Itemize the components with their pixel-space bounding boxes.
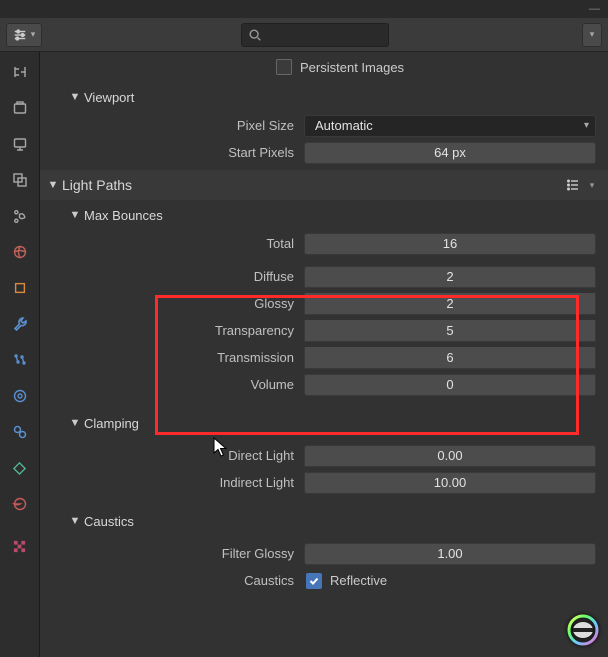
section-title: Light Paths [62, 177, 562, 193]
caustics-label: Caustics [40, 573, 304, 588]
properties-panel: Persistent Images ▼ Viewport Pixel Size … [40, 52, 608, 657]
reflective-label: Reflective [330, 573, 387, 588]
indirect-light-value: 10.00 [434, 475, 467, 490]
caret-down-icon: ▼ [66, 417, 84, 429]
pixel-size-label: Pixel Size [40, 118, 304, 133]
section-max-bounces[interactable]: ▼ Max Bounces [40, 200, 608, 230]
tab-physics-icon[interactable] [6, 382, 34, 410]
total-label: Total [40, 236, 304, 251]
filter-glossy-field[interactable]: 1.00 [304, 543, 596, 565]
properties-tabs [0, 52, 40, 657]
editor-header: ▾ ▾ [0, 18, 608, 52]
reflective-checkbox[interactable] [306, 573, 322, 589]
caret-down-icon: ▼ [66, 515, 84, 527]
section-title: Caustics [84, 514, 600, 529]
glossy-value: 2 [446, 296, 453, 311]
preset-list-icon[interactable] [562, 174, 584, 196]
pixel-size-dropdown[interactable]: Automatic [304, 115, 596, 137]
volume-field[interactable]: 0 [304, 374, 596, 396]
tab-texture-icon[interactable] [6, 532, 34, 560]
start-pixels-label: Start Pixels [40, 145, 304, 160]
window-minimize-icon[interactable]: — [589, 3, 600, 15]
section-light-paths[interactable]: ▼ Light Paths ▾ [40, 170, 608, 200]
volume-value: 0 [446, 377, 453, 392]
indirect-light-field[interactable]: 10.00 [304, 472, 596, 494]
transmission-value: 6 [446, 350, 453, 365]
filter-glossy-value: 1.00 [437, 546, 462, 561]
total-field[interactable]: 16 [304, 233, 596, 255]
caret-down-icon: ▼ [44, 179, 62, 191]
indirect-light-label: Indirect Light [40, 475, 304, 490]
section-title: Max Bounces [84, 208, 600, 223]
filter-glossy-label: Filter Glossy [40, 546, 304, 561]
direct-light-field[interactable]: 0.00 [304, 445, 596, 467]
diffuse-label: Diffuse [40, 269, 304, 284]
pixel-size-value: Automatic [315, 118, 373, 133]
options-dropdown[interactable]: ▾ [582, 23, 602, 47]
diffuse-value: 2 [446, 269, 453, 284]
glossy-field[interactable]: 2 [304, 293, 596, 315]
section-title: Clamping [84, 416, 600, 431]
tab-modifier-icon[interactable] [6, 310, 34, 338]
diffuse-field[interactable]: 2 [304, 266, 596, 288]
search-icon [248, 28, 262, 42]
direct-light-value: 0.00 [437, 448, 462, 463]
caret-down-icon: ▼ [66, 209, 84, 221]
sliders-icon [13, 28, 27, 42]
tab-particles-icon[interactable] [6, 346, 34, 374]
tab-viewlayer-icon[interactable] [6, 166, 34, 194]
transmission-label: Transmission [40, 350, 304, 365]
glossy-label: Glossy [40, 296, 304, 311]
tab-render-icon[interactable] [6, 94, 34, 122]
start-pixels-value: 64 px [434, 145, 466, 160]
transparency-field[interactable]: 5 [304, 320, 596, 342]
tab-output-icon[interactable] [6, 130, 34, 158]
tab-world-icon[interactable] [6, 238, 34, 266]
start-pixels-field[interactable]: 64 px [304, 142, 596, 164]
direct-light-label: Direct Light [40, 448, 304, 463]
tab-scene-icon[interactable] [6, 202, 34, 230]
window-controls-bar: — [0, 0, 608, 18]
tab-data-icon[interactable] [6, 454, 34, 482]
persistent-images-label: Persistent Images [300, 60, 404, 75]
search-input[interactable] [241, 23, 389, 47]
tab-material-icon[interactable] [6, 490, 34, 518]
tab-tool-icon[interactable] [6, 58, 34, 86]
volume-label: Volume [40, 377, 304, 392]
transmission-field[interactable]: 6 [304, 347, 596, 369]
section-title: Viewport [84, 90, 600, 105]
section-clamping[interactable]: ▼ Clamping [40, 408, 608, 438]
section-viewport[interactable]: ▼ Viewport [40, 82, 608, 112]
section-caustics[interactable]: ▼ Caustics [40, 506, 608, 536]
caret-down-icon: ▼ [66, 91, 84, 103]
transparency-value: 5 [446, 323, 453, 338]
editor-type-dropdown[interactable]: ▾ [6, 23, 42, 47]
tab-constraints-icon[interactable] [6, 418, 34, 446]
transparency-label: Transparency [40, 323, 304, 338]
persistent-images-checkbox[interactable] [276, 59, 292, 75]
tab-object-icon[interactable] [6, 274, 34, 302]
total-value: 16 [443, 236, 457, 251]
preset-dropdown-icon[interactable]: ▾ [584, 174, 600, 196]
